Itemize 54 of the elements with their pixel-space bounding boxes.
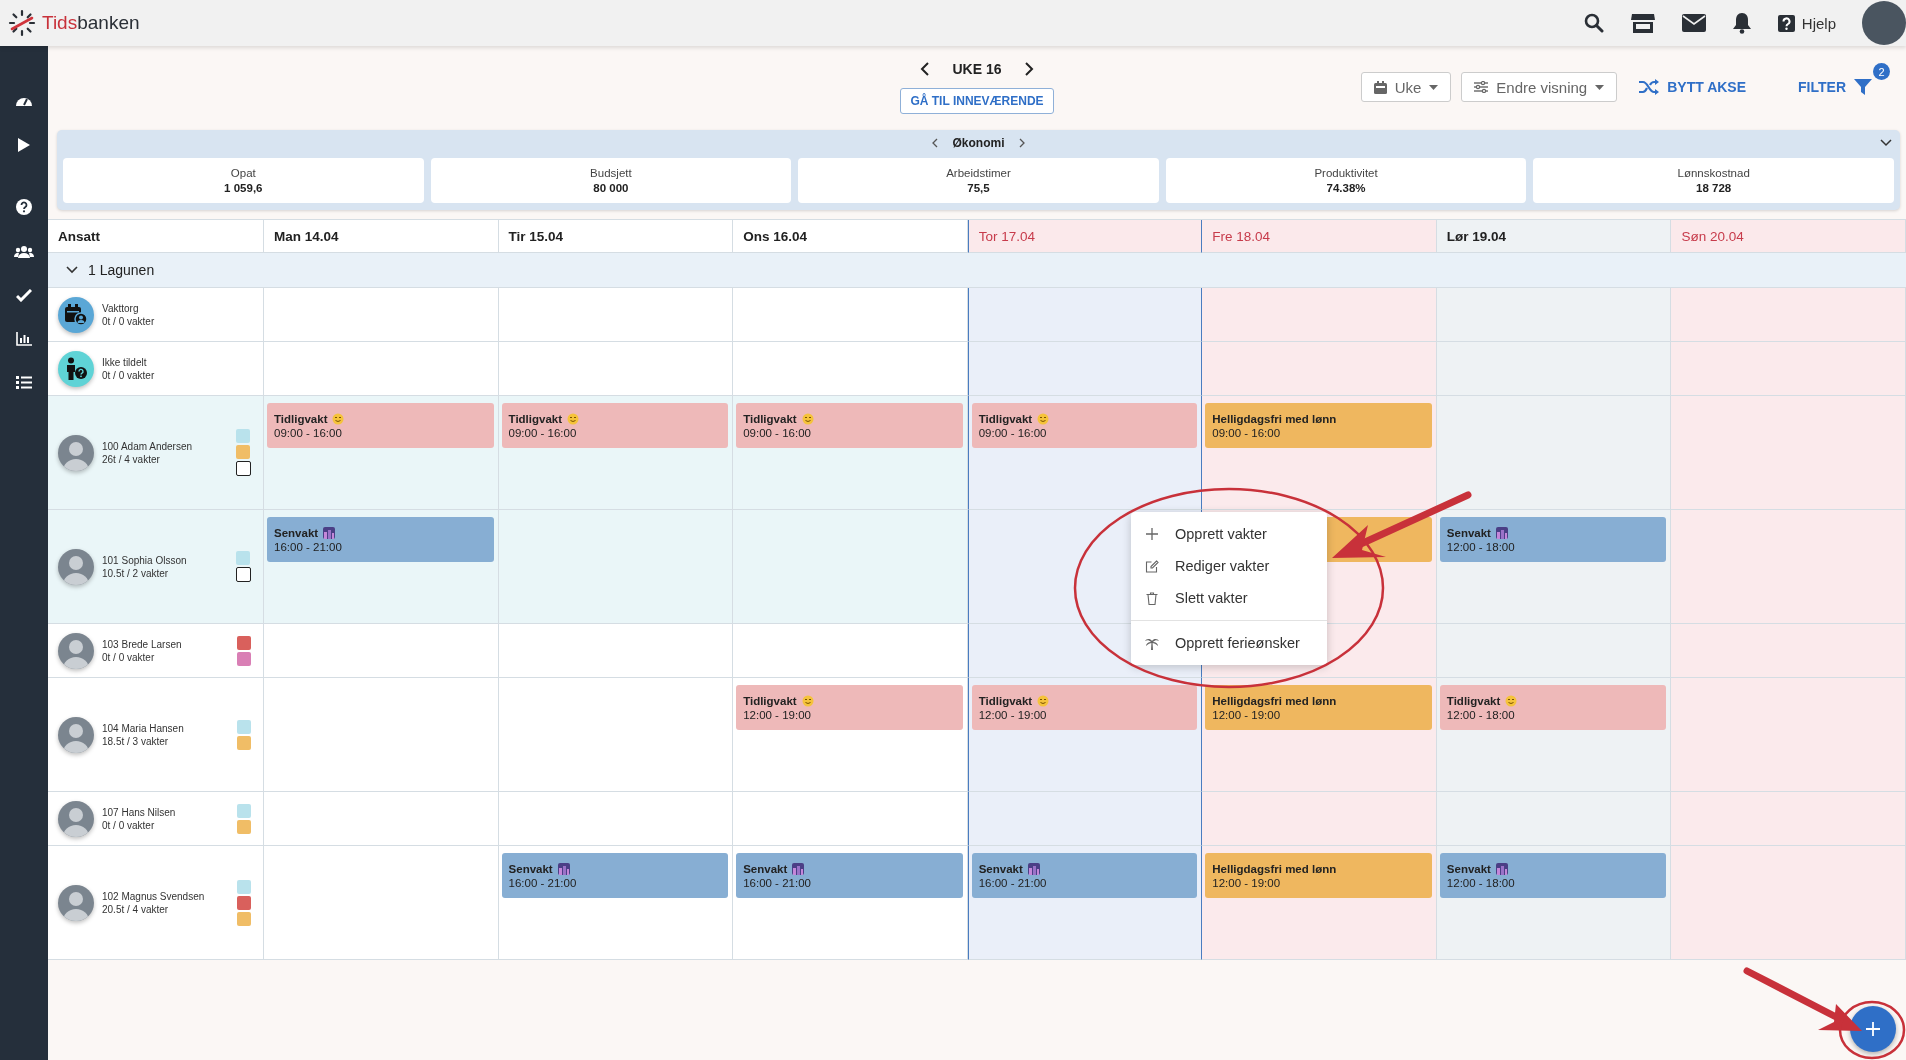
shift-title: Tidligvakt [743, 694, 797, 707]
economy-title: Økonomi [952, 136, 1005, 150]
filter-count-badge: 2 [1873, 63, 1890, 80]
metric-label: Lønnskostnad [1677, 167, 1750, 179]
shift-time: 12:00 - 18:00 [1446, 708, 1516, 721]
shift-time: 16:00 - 21:00 [743, 876, 812, 889]
shift-title: Tidligvakt [508, 412, 563, 425]
shift-time: 09:00 - 16:00 [274, 426, 343, 439]
shift-time: 12:00 - 19:00 [978, 708, 1048, 721]
shift-time: 12:00 - 19:00 [1212, 708, 1282, 721]
shift-title: Helligdagsfri med lønn [1212, 412, 1337, 425]
metric-label: Opat [230, 167, 256, 179]
shift-time: 12:00 - 19:00 [743, 708, 812, 721]
employee-hours: 10.5t / 2 vakter [102, 567, 170, 579]
shift-title: Senvakt [1446, 862, 1491, 875]
shift-title: Senvakt [274, 526, 319, 539]
shift-time: 16:00 - 21:00 [978, 876, 1048, 889]
column-header: Ansatt [48, 220, 264, 253]
shift-time: 12:00 - 18:00 [1446, 876, 1516, 889]
employee-hours: 0t / 0 vakter [102, 819, 156, 831]
shift-time: 09:00 - 16:00 [743, 426, 812, 439]
shift-time: 12:00 - 19:00 [1212, 876, 1282, 889]
metric-value: 80 000 [593, 182, 629, 194]
employee-hours: 18.5t / 3 vakter [102, 735, 170, 747]
shift-time: 09:00 - 16:00 [508, 426, 578, 439]
employee-hours: 0t / 0 vakter [102, 315, 156, 327]
metric-label: Arbeidstimer [946, 167, 1011, 179]
shift-title: Senvakt [978, 862, 1023, 875]
shift-title: Senvakt [508, 862, 553, 875]
shift-title: Tidligvakt [1446, 694, 1501, 707]
metric-value: 1 059,6 [224, 182, 263, 194]
shift-title: Tidligvakt [978, 694, 1033, 707]
metric-label: Budsjett [590, 167, 632, 179]
shift-title: Helligdagsfri med lønn [1212, 862, 1337, 875]
shift-title: Helligdagsfri med lønn [1212, 694, 1337, 707]
shift-title: Senvakt [743, 862, 788, 875]
shift-title: Tidligvakt [978, 412, 1033, 425]
metric-label: Produktivitet [1314, 167, 1378, 179]
shift-time: 16:00 - 21:00 [274, 540, 343, 553]
shift-time: 12:00 - 18:00 [1446, 540, 1516, 553]
shift-time: 09:00 - 16:00 [978, 426, 1048, 439]
week-label: UKE 16 [952, 61, 1002, 77]
metric-value: 75,5 [967, 182, 990, 194]
employee-hours: 0t / 0 vakter [102, 651, 156, 663]
employee-hours: 26t / 4 vakter [102, 453, 161, 465]
shift-time: 09:00 - 16:00 [1212, 426, 1282, 439]
shift-title: Tidligvakt [274, 412, 328, 425]
employee-hours: 0t / 0 vakter [102, 369, 156, 381]
employee-hours: 20.5t / 4 vakter [102, 903, 170, 915]
shift-title: Senvakt [1446, 526, 1491, 539]
shift-time: 16:00 - 21:00 [508, 876, 578, 889]
metric-value: 18 728 [1696, 182, 1732, 194]
metric-value: 74.38% [1326, 182, 1366, 194]
shift-title: Tidligvakt [743, 412, 797, 425]
